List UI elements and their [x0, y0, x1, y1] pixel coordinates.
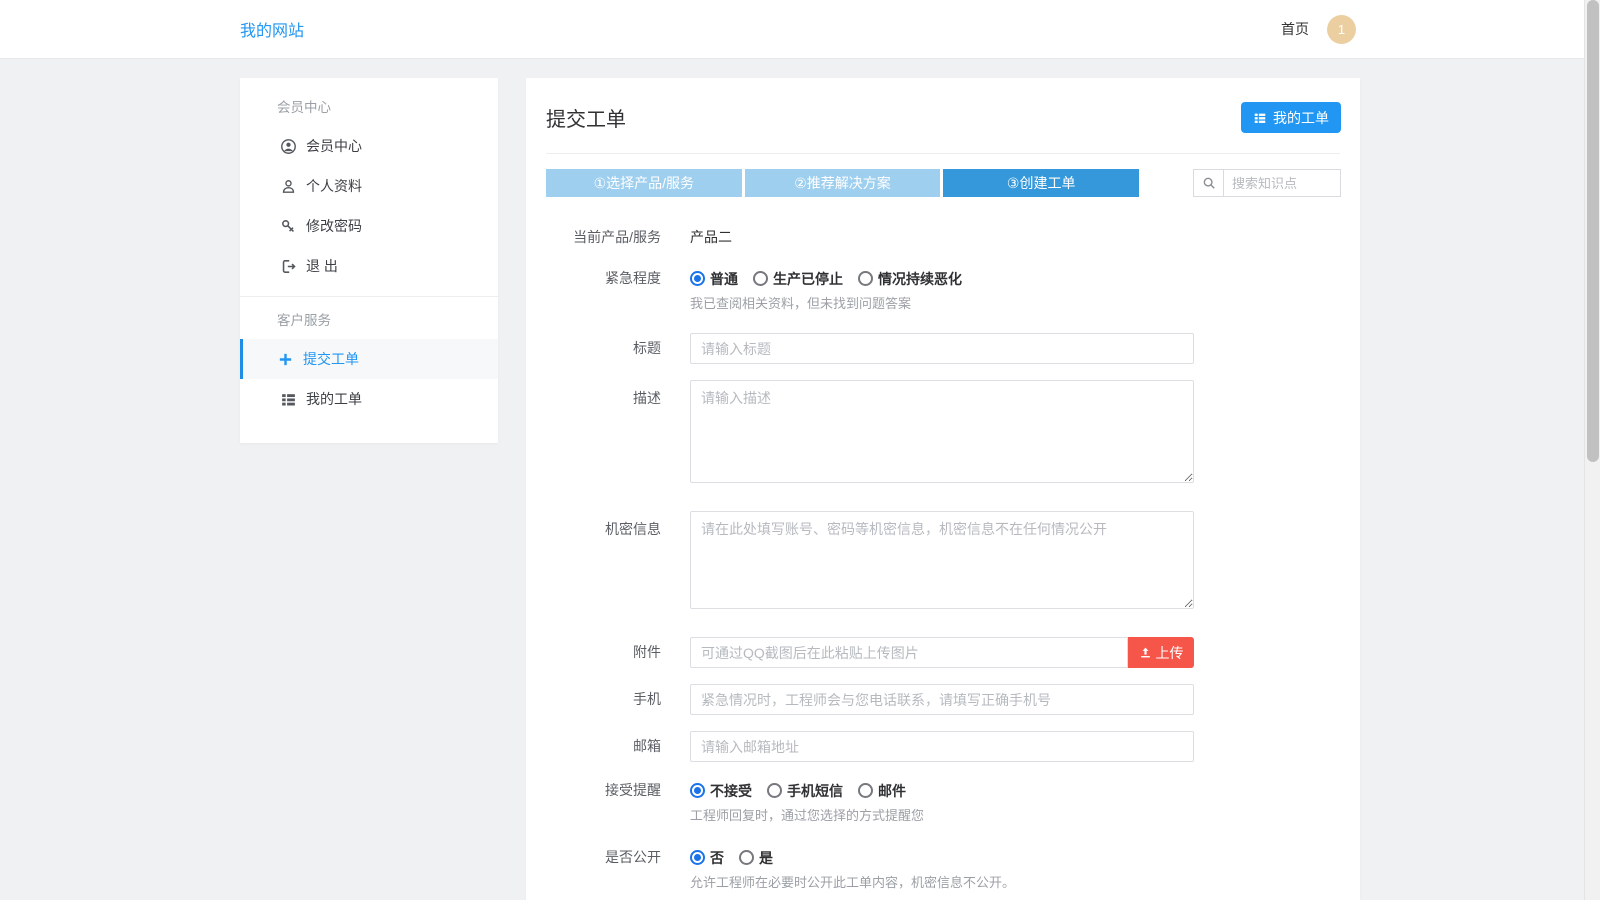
- radio-urgency-production-stopped[interactable]: 生产已停止: [753, 269, 843, 289]
- top-navbar: 我的网站 首页 1: [0, 0, 1600, 59]
- sidebar-item-submit-ticket[interactable]: 提交工单: [240, 339, 498, 379]
- page-title: 提交工单: [546, 103, 626, 132]
- description-textarea[interactable]: [690, 380, 1194, 483]
- radio-public-yes[interactable]: 是: [739, 848, 773, 868]
- sidebar-item-logout[interactable]: 退 出: [240, 246, 498, 286]
- nav-home-link[interactable]: 首页: [1281, 19, 1309, 39]
- field-label: 机密信息: [546, 511, 661, 612]
- ticket-form: 当前产品/服务 产品二 紧急程度 普通 生产已停止: [526, 197, 1360, 900]
- field-label: 邮箱: [546, 731, 661, 762]
- list-icon: [1253, 111, 1267, 125]
- urgency-radio-group: 普通 生产已停止 情况持续恶化: [690, 268, 1194, 289]
- secret-info-textarea[interactable]: [690, 511, 1194, 609]
- notify-helper-text: 工程师回复时，通过您选择的方式提醒您: [690, 807, 1194, 825]
- radio-dot: [739, 850, 754, 865]
- ticket-panel: 提交工单 我的工单 ①选择产品/服务 ②推荐解决方案 ③创建工单: [526, 78, 1360, 900]
- radio-notify-sms[interactable]: 手机短信: [767, 781, 843, 801]
- radio-dot: [858, 783, 873, 798]
- radio-dot: [690, 850, 705, 865]
- wizard-steps: ①选择产品/服务 ②推荐解决方案 ③创建工单: [546, 169, 1139, 197]
- sidebar-section-title-service: 客户服务: [240, 311, 498, 331]
- step-select-product[interactable]: ①选择产品/服务: [546, 169, 742, 197]
- sidebar-item-profile[interactable]: 个人资料: [240, 166, 498, 206]
- site-logo[interactable]: 我的网站: [240, 17, 304, 41]
- public-helper-text: 允许工程师在必要时公开此工单内容，机密信息不公开。: [690, 874, 1194, 892]
- sidebar-item-member-center[interactable]: 会员中心: [240, 126, 498, 166]
- sidebar-item-label: 个人资料: [306, 176, 362, 196]
- field-label: 附件: [546, 637, 661, 668]
- form-row-attachment: 附件 上传: [546, 637, 1340, 668]
- field-label: 手机: [546, 684, 661, 715]
- form-row-notify: 接受提醒 不接受 手机短信 邮件: [546, 780, 1340, 825]
- form-row-email: 邮箱: [546, 731, 1340, 762]
- form-row-description: 描述: [546, 380, 1340, 486]
- form-row-secret: 机密信息: [546, 511, 1340, 612]
- radio-public-no[interactable]: 否: [690, 848, 724, 868]
- step-recommend-solution[interactable]: ②推荐解决方案: [745, 169, 941, 197]
- form-row-current-product: 当前产品/服务 产品二: [546, 227, 1340, 248]
- sidebar-section-title-member: 会员中心: [240, 98, 498, 118]
- form-row-urgency: 紧急程度 普通 生产已停止 情况持续恶化: [546, 268, 1340, 313]
- radio-urgency-normal[interactable]: 普通: [690, 269, 738, 289]
- public-radio-group: 否 是: [690, 847, 1194, 868]
- upload-button[interactable]: 上传: [1128, 637, 1194, 668]
- user-avatar[interactable]: 1: [1327, 15, 1356, 44]
- search-icon: [1194, 170, 1224, 196]
- current-product-value: 产品二: [690, 227, 1194, 248]
- radio-notify-email[interactable]: 邮件: [858, 781, 906, 801]
- step-create-ticket[interactable]: ③创建工单: [943, 169, 1139, 197]
- sidebar-item-change-password[interactable]: 修改密码: [240, 206, 498, 246]
- knowledge-search: [1193, 169, 1341, 197]
- search-input[interactable]: [1224, 170, 1340, 196]
- field-label: 描述: [546, 380, 661, 486]
- list-icon: [280, 391, 297, 408]
- radio-dot: [753, 271, 768, 286]
- radio-notify-none[interactable]: 不接受: [690, 781, 752, 801]
- notify-radio-group: 不接受 手机短信 邮件: [690, 780, 1194, 801]
- field-label: 标题: [546, 333, 661, 364]
- form-row-title: 标题: [546, 333, 1340, 364]
- urgency-helper-text: 我已查阅相关资料，但未找到问题答案: [690, 295, 1194, 313]
- key-icon: [280, 218, 297, 235]
- field-label: 接受提醒: [546, 780, 661, 825]
- phone-input[interactable]: [690, 684, 1194, 715]
- sidebar-item-label: 退 出: [306, 256, 338, 276]
- field-label: 当前产品/服务: [546, 227, 661, 248]
- title-input[interactable]: [690, 333, 1194, 364]
- sidebar-item-label: 我的工单: [306, 389, 362, 409]
- my-tickets-button[interactable]: 我的工单: [1241, 102, 1341, 133]
- field-label: 是否公开: [546, 847, 661, 892]
- sidebar-item-label: 修改密码: [306, 216, 362, 236]
- radio-dot: [767, 783, 782, 798]
- form-row-phone: 手机: [546, 684, 1340, 715]
- form-row-public: 是否公开 否 是 允许工程师在必要时公开此工单内容，机密信息不公开。: [546, 847, 1340, 892]
- scrollbar-thumb[interactable]: [1587, 0, 1599, 462]
- browser-scrollbar: [1584, 0, 1600, 900]
- plus-icon: [277, 351, 294, 368]
- attachment-input[interactable]: [690, 637, 1128, 668]
- logout-icon: [280, 258, 297, 275]
- user-circle-icon: [280, 138, 297, 155]
- sidebar-item-my-tickets[interactable]: 我的工单: [240, 379, 498, 419]
- sidebar-item-label: 提交工单: [303, 349, 359, 369]
- sidebar-item-label: 会员中心: [306, 136, 362, 156]
- user-icon: [280, 178, 297, 195]
- radio-urgency-worsening[interactable]: 情况持续恶化: [858, 269, 962, 289]
- upload-icon: [1139, 646, 1152, 659]
- radio-dot: [858, 271, 873, 286]
- sidebar: 会员中心 会员中心 个人资料: [240, 78, 498, 443]
- field-label: 紧急程度: [546, 268, 661, 313]
- email-input[interactable]: [690, 731, 1194, 762]
- radio-dot: [690, 783, 705, 798]
- radio-dot: [690, 271, 705, 286]
